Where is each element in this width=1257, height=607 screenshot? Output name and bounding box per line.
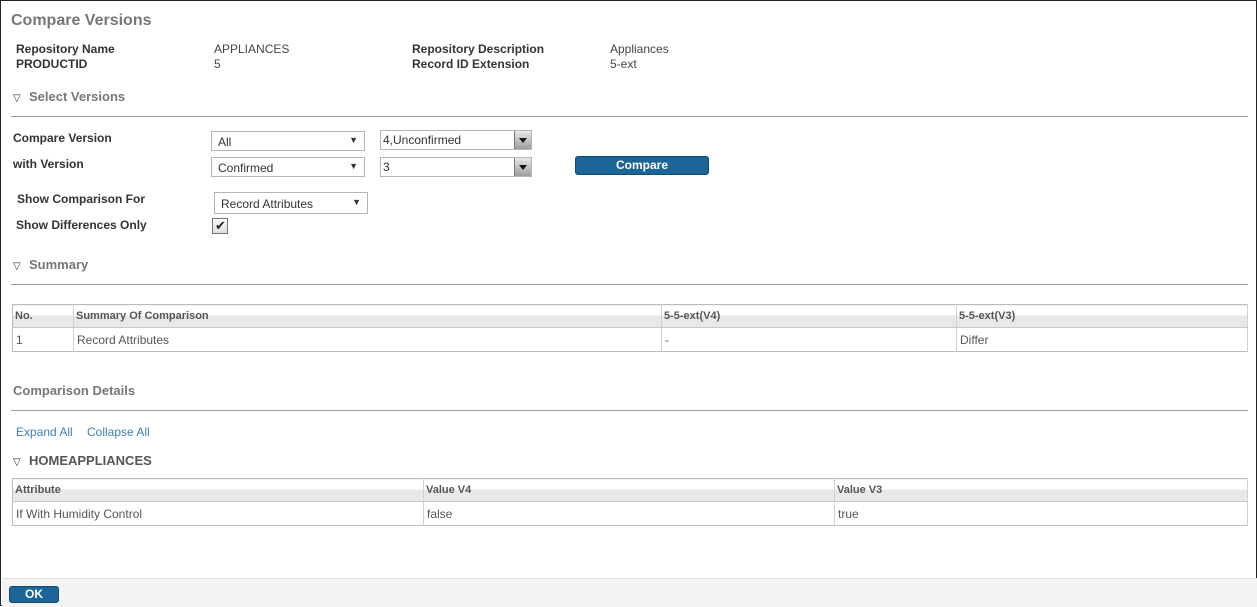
- table-header-row: No. Summary Of Comparison 5-5-ext(V4) 5-…: [12, 304, 1248, 328]
- productid-value: 5: [214, 57, 221, 71]
- with-version-combo[interactable]: 3: [380, 157, 532, 177]
- column-header: Value V4: [423, 478, 835, 502]
- collapse-all-link[interactable]: Collapse All: [87, 425, 150, 439]
- compare-versions-window: Compare Versions Repository Name APPLIAN…: [0, 0, 1257, 607]
- repo-desc-value: Appliances: [610, 42, 669, 56]
- expand-all-link[interactable]: Expand All: [16, 425, 73, 439]
- dropdown-arrow-icon: ▼: [349, 161, 358, 171]
- repo-desc-label: Repository Description: [412, 42, 545, 56]
- combo-dropdown-icon[interactable]: [514, 131, 531, 149]
- page-title: Compare Versions: [11, 12, 152, 29]
- table-header-row: Attribute Value V4 Value V3: [12, 478, 1248, 502]
- ok-button[interactable]: OK: [9, 586, 59, 603]
- divider: [11, 116, 1248, 117]
- collapse-triangle-icon: ▽: [13, 261, 21, 272]
- comparison-details-heading: Comparison Details: [13, 383, 136, 398]
- column-header: 5-5-ext(V4): [661, 304, 957, 328]
- compare-filter-select[interactable]: All ▼: [211, 131, 365, 151]
- show-diff-label: Show Differences Only: [16, 218, 147, 232]
- show-diff-checkbox[interactable]: [212, 218, 228, 234]
- table-cell: true: [834, 501, 1248, 526]
- with-version-label: with Version: [13, 157, 84, 171]
- summary-section-toggle[interactable]: ▽ Summary: [13, 257, 88, 272]
- expand-triangle-icon: ▽: [13, 457, 21, 468]
- column-header: Value V3: [834, 478, 1248, 502]
- group-toggle-homeappliances[interactable]: ▽ HOMEAPPLIANCES: [13, 453, 152, 468]
- repo-name-label: Repository Name: [16, 42, 115, 56]
- table-cell: false: [423, 501, 835, 526]
- table-cell: Record Attributes: [73, 327, 662, 352]
- record-ext-label: Record ID Extension: [412, 57, 530, 71]
- productid-label: PRODUCTID: [16, 57, 88, 71]
- column-header: 5-5-ext(V3): [956, 304, 1248, 328]
- table-cell: 1: [12, 327, 74, 352]
- table-row[interactable]: If With Humidity Control false true: [12, 501, 1248, 526]
- show-comparison-label: Show Comparison For: [17, 192, 146, 206]
- summary-table: No. Summary Of Comparison 5-5-ext(V4) 5-…: [12, 304, 1248, 352]
- repo-name-value: APPLIANCES: [214, 42, 290, 56]
- compare-button[interactable]: Compare: [575, 156, 709, 175]
- summary-heading: Summary: [29, 257, 89, 272]
- select-versions-section-toggle[interactable]: ▽ Select Versions: [13, 89, 125, 104]
- details-table: Attribute Value V4 Value V3 If With Humi…: [12, 478, 1248, 526]
- compare-version-label: Compare Version: [13, 131, 112, 145]
- column-header: Attribute: [12, 478, 424, 502]
- table-row[interactable]: 1 Record Attributes - Differ: [12, 327, 1248, 352]
- show-comparison-select[interactable]: Record Attributes ▼: [214, 192, 368, 214]
- dropdown-arrow-icon: ▼: [349, 135, 358, 145]
- dropdown-arrow-icon: ▼: [352, 197, 361, 207]
- column-header: Summary Of Comparison: [73, 304, 662, 328]
- collapse-triangle-icon: ▽: [13, 93, 21, 104]
- footer-bar: OK: [2, 578, 1257, 607]
- select-versions-heading: Select Versions: [29, 89, 126, 104]
- combo-dropdown-icon[interactable]: [514, 158, 531, 176]
- with-filter-select[interactable]: Confirmed ▼: [211, 157, 365, 177]
- table-cell: If With Humidity Control: [12, 501, 424, 526]
- table-cell: Differ: [956, 327, 1248, 352]
- record-ext-value: 5-ext: [610, 57, 637, 71]
- divider: [11, 410, 1248, 411]
- column-header: No.: [12, 304, 74, 328]
- group-heading: HOMEAPPLIANCES: [29, 453, 152, 468]
- table-cell: -: [661, 327, 957, 352]
- compare-version-combo[interactable]: 4,Unconfirmed: [380, 130, 532, 150]
- divider: [11, 284, 1248, 285]
